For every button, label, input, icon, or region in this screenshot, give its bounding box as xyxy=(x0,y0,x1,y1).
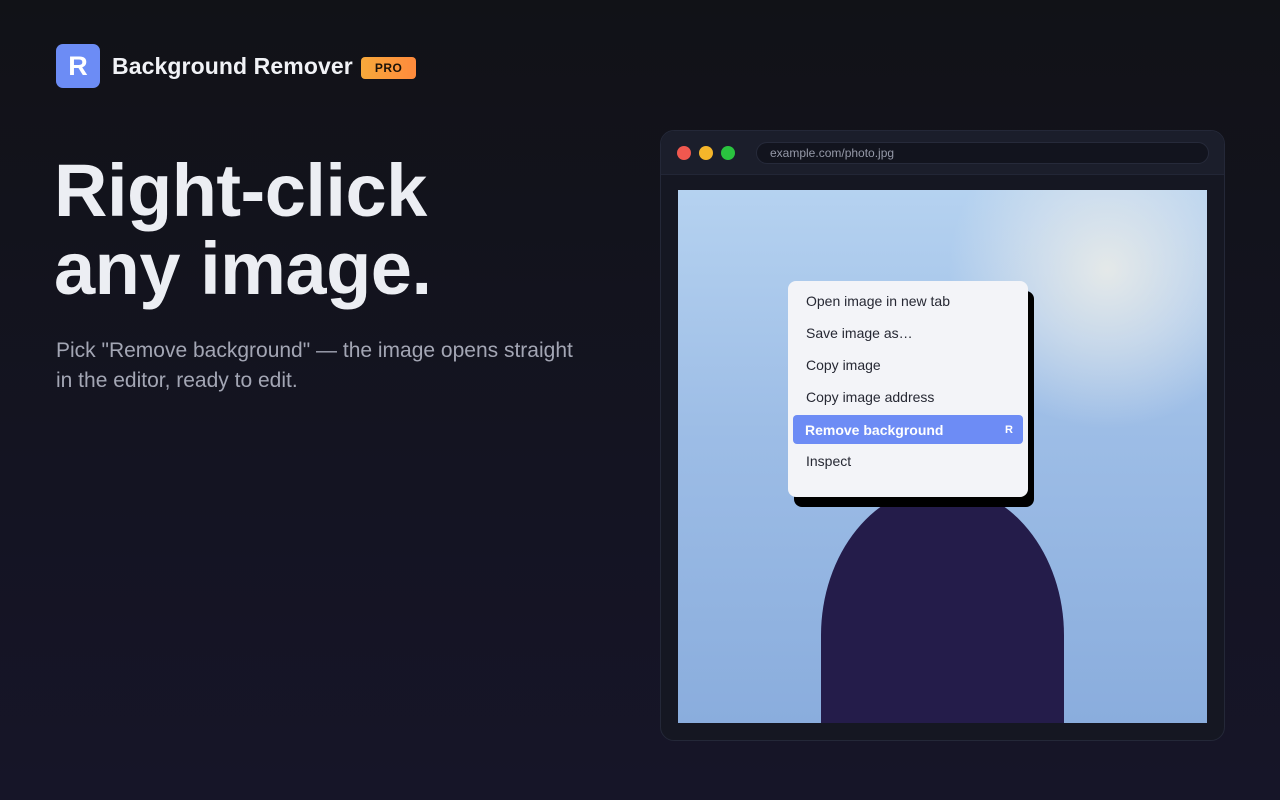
headline-line-1: Right-click xyxy=(54,149,427,232)
context-menu: Open image in new tab Save image as… Cop… xyxy=(788,281,1028,497)
browser-toolbar: example.com/photo.jpg xyxy=(661,131,1224,175)
close-window-dot[interactable] xyxy=(677,145,691,160)
headline-line-2: any image. xyxy=(54,227,432,310)
menu-item-copy-image-address[interactable]: Copy image address xyxy=(788,381,1028,413)
menu-item-shortcut: R xyxy=(1005,423,1013,436)
address-bar[interactable]: example.com/photo.jpg xyxy=(756,141,1209,164)
photo-subject xyxy=(821,486,1064,723)
app-logo: R xyxy=(56,44,100,88)
maximize-window-dot[interactable] xyxy=(721,145,735,160)
minimize-window-dot[interactable] xyxy=(699,145,713,160)
menu-item-inspect[interactable]: Inspect xyxy=(788,445,1028,477)
menu-item-remove-background[interactable]: Remove background R xyxy=(793,415,1023,444)
pro-badge: PRO xyxy=(360,56,417,79)
hero-subtitle: Pick "Remove background" — the image ope… xyxy=(56,339,573,392)
brand-header: R Background Remover PRO xyxy=(56,44,417,88)
menu-item-save-image-as[interactable]: Save image as… xyxy=(788,317,1028,349)
menu-item-open-image-new-tab[interactable]: Open image in new tab xyxy=(788,285,1028,317)
menu-item-copy-image[interactable]: Copy image xyxy=(788,349,1028,381)
hero-headline: Right-click any image. xyxy=(54,152,432,308)
menu-item-label: Remove background xyxy=(805,421,944,438)
app-name: Background Remover xyxy=(112,52,353,79)
